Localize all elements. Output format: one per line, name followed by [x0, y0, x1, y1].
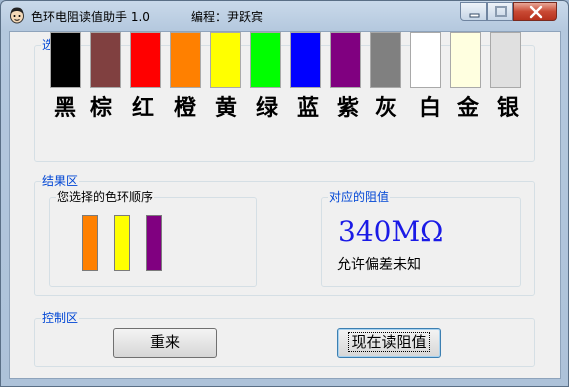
- color-swatch[interactable]: [290, 32, 321, 88]
- color-swatch[interactable]: [490, 32, 521, 88]
- maximize-icon: [495, 6, 507, 17]
- app-face-icon: [10, 7, 24, 24]
- color-name-label: 灰: [374, 95, 397, 121]
- result-group-label: 结果区: [41, 174, 80, 188]
- color-swatch[interactable]: [90, 32, 121, 88]
- close-icon: [529, 5, 543, 19]
- color-name-label: 棕: [89, 95, 112, 121]
- sequence-group-label: 您选择的色环顺序: [56, 190, 155, 204]
- minimize-button[interactable]: [460, 2, 487, 21]
- reset-button[interactable]: 重来: [113, 328, 217, 358]
- title-bar[interactable]: 色环电阻读值助手 1.0 编程：尹跃宾: [1, 1, 568, 29]
- color-name-label: 红: [131, 95, 154, 121]
- app-window: 色环电阻读值助手 1.0 编程：尹跃宾 选择区 黑棕红橙黄绿蓝紫灰白金银 结果区…: [0, 0, 569, 387]
- color-swatch[interactable]: [170, 32, 201, 88]
- author-label: 编程：尹跃宾: [191, 10, 264, 24]
- color-name-label: 橙: [173, 95, 196, 121]
- color-name-label: 黑: [53, 95, 76, 121]
- read-value-button-label: 现在读阻值: [348, 332, 430, 352]
- color-swatch[interactable]: [370, 32, 401, 88]
- color-name-label: 白: [418, 95, 441, 121]
- selected-band: [146, 215, 162, 271]
- color-swatch[interactable]: [130, 32, 161, 88]
- resistance-value: 340MΩ: [338, 215, 444, 248]
- color-name-label: 黄: [214, 95, 237, 121]
- tolerance-text: 允许偏差未知: [337, 257, 421, 273]
- window-title: 色环电阻读值助手 1.0: [31, 10, 150, 24]
- color-swatch[interactable]: [450, 32, 481, 88]
- maximize-button[interactable]: [487, 2, 513, 21]
- color-name-label: 金: [456, 95, 479, 121]
- color-name-label: 银: [496, 95, 519, 121]
- reset-button-label: 重来: [149, 333, 180, 351]
- color-swatch[interactable]: [50, 32, 81, 88]
- color-swatch[interactable]: [250, 32, 281, 88]
- color-name-label: 蓝: [296, 95, 319, 121]
- resistance-group-label: 对应的阻值: [328, 190, 391, 204]
- control-group: 控制区: [34, 311, 535, 367]
- control-group-label: 控制区: [41, 311, 80, 325]
- selected-band: [82, 215, 98, 271]
- close-button[interactable]: [513, 2, 557, 21]
- color-name-label: 紫: [336, 95, 359, 121]
- selected-band: [114, 215, 130, 271]
- color-name-label: 绿: [255, 95, 278, 121]
- read-value-button[interactable]: 现在读阻值: [337, 328, 441, 358]
- minimize-icon: [469, 13, 480, 18]
- color-swatch[interactable]: [410, 32, 441, 88]
- color-swatch[interactable]: [210, 32, 241, 88]
- color-swatch[interactable]: [330, 32, 361, 88]
